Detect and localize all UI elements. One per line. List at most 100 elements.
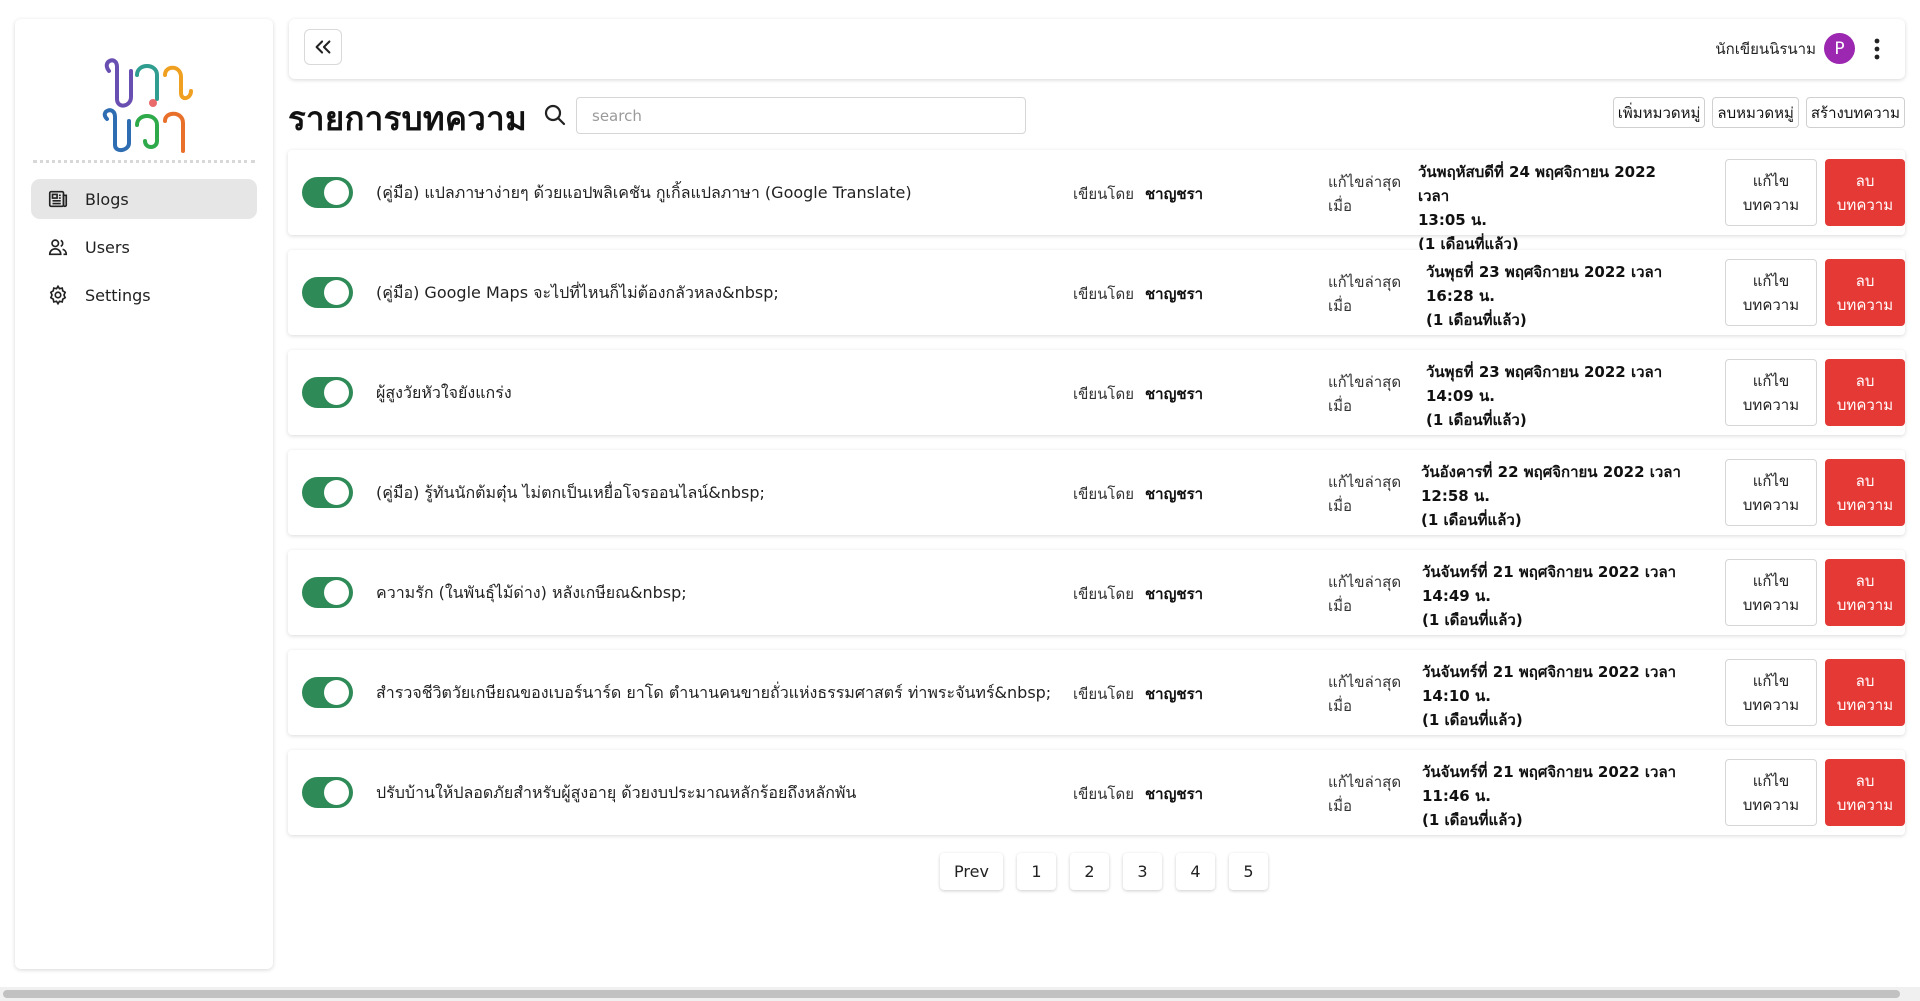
publish-toggle[interactable] [302, 477, 353, 508]
publish-toggle[interactable] [302, 277, 353, 308]
page-button-2[interactable]: 2 [1069, 853, 1109, 890]
edit-article-button[interactable]: แก้ไข บทความ [1725, 259, 1817, 326]
author-name: ชาญชรา [1145, 185, 1204, 203]
toggle-knob [324, 280, 349, 305]
publish-toggle[interactable] [302, 777, 353, 808]
author-name: ชาญชรา [1145, 385, 1204, 403]
sidebar-item-label: Settings [85, 285, 151, 305]
top-bar: นักเขียนนิรนาม P [289, 19, 1905, 79]
last-modified-date: วันจันทร์ที่ 21 พฤศจิกายน 2022 เวลา 14:49… [1422, 563, 1677, 629]
edit-article-button[interactable]: แก้ไข บทความ [1725, 659, 1817, 726]
prev-page-button[interactable]: Prev [940, 853, 1003, 890]
delete-article-button[interactable]: ลบ บทความ [1825, 759, 1905, 826]
more-options-button[interactable] [1867, 35, 1887, 63]
written-by-label: เขียนโดย [1073, 585, 1135, 603]
article-title[interactable]: ผู้สูงวัยหัวใจยังแกร่ง [376, 381, 1066, 406]
gear-icon [49, 284, 67, 306]
sidebar-item-label: Blogs [85, 189, 129, 209]
last-modified-date: วันพฤหัสบดีที่ 24 พฤศจิกายน 2022 เวลา 13:… [1418, 163, 1656, 253]
sidebar-item-label: Users [85, 237, 130, 257]
last-modified-date: วันพุธที่ 23 พฤศจิกายน 2022 เวลา 14:09 น.… [1426, 363, 1663, 429]
publish-toggle[interactable] [302, 177, 353, 208]
publish-toggle[interactable] [302, 577, 353, 608]
edit-article-button[interactable]: แก้ไข บทความ [1725, 159, 1817, 226]
toolbar: เพิ่มหมวดหมู่ ลบหมวดหมู่ สร้างบทความ [1612, 97, 1905, 128]
last-modified-label: แก้ไขล่าสุด เมื่อ [1328, 573, 1402, 615]
written-by-label: เขียนโดย [1073, 385, 1135, 403]
toggle-knob [324, 380, 349, 405]
written-by-label: เขียนโดย [1073, 685, 1135, 703]
page-button-5[interactable]: 5 [1228, 853, 1268, 890]
pagination: Prev 1 2 3 4 5 [940, 853, 1268, 890]
article-title[interactable]: ปรับบ้านให้ปลอดภัยสำหรับผู้สูงอายุ ด้วยง… [376, 781, 1066, 806]
toggle-knob [324, 580, 349, 605]
edit-article-button[interactable]: แก้ไข บทความ [1725, 559, 1817, 626]
users-icon [48, 239, 68, 256]
toggle-knob [324, 180, 349, 205]
newspaper-icon [48, 190, 68, 208]
publish-toggle[interactable] [302, 677, 353, 708]
sidebar: Blogs Users Settings [15, 19, 273, 969]
search-icon[interactable] [543, 103, 567, 127]
sidebar-item-blogs[interactable]: Blogs [31, 179, 257, 219]
delete-article-button[interactable]: ลบ บทความ [1825, 559, 1905, 626]
edit-article-button[interactable]: แก้ไข บทความ [1725, 459, 1817, 526]
search-input[interactable] [576, 97, 1026, 134]
last-modified-label: แก้ไขล่าสุด เมื่อ [1328, 773, 1402, 815]
last-modified-label: แก้ไขล่าสุด เมื่อ [1328, 173, 1402, 215]
written-by-label: เขียนโดย [1073, 285, 1135, 303]
last-modified-date: วันพุธที่ 23 พฤศจิกายน 2022 เวลา 16:28 น.… [1426, 263, 1663, 329]
avatar[interactable]: P [1824, 33, 1855, 64]
scrollbar-thumb[interactable] [3, 990, 1900, 998]
edit-article-button[interactable]: แก้ไข บทความ [1725, 759, 1817, 826]
article-title[interactable]: ความรัก (ในพันธุ์ไม้ด่าง) หลังเกษียณ&nbs… [376, 581, 1066, 606]
publish-toggle[interactable] [302, 377, 353, 408]
last-modified-label: แก้ไขล่าสุด เมื่อ [1328, 473, 1402, 515]
article-title[interactable]: สำรวจชีวิตวัยเกษียณของเบอร์นาร์ด ยาโด ตำ… [376, 681, 1066, 706]
page-button-1[interactable]: 1 [1016, 853, 1056, 890]
author-name: ชาญชรา [1145, 485, 1204, 503]
chevrons-left-icon [315, 40, 331, 54]
article-title[interactable]: (คู่มือ) แปลภาษาง่ายๆ ด้วยแอปพลิเคชัน กู… [376, 181, 1066, 206]
user-area: นักเขียนนิรนาม P [1715, 33, 1887, 64]
kebab-menu-icon [1874, 38, 1880, 59]
sidebar-item-users[interactable]: Users [31, 227, 257, 267]
logo-divider [33, 160, 255, 163]
delete-article-button[interactable]: ลบ บทความ [1825, 359, 1905, 426]
create-article-button[interactable]: สร้างบทความ [1805, 97, 1905, 128]
author-name: ชาญชรา [1145, 785, 1204, 803]
add-category-button[interactable]: เพิ่มหมวดหมู่ [1612, 97, 1706, 128]
delete-article-button[interactable]: ลบ บทความ [1825, 259, 1905, 326]
article-list: (คู่มือ) แปลภาษาง่ายๆ ด้วยแอปพลิเคชัน กู… [288, 150, 1905, 850]
written-by-label: เขียนโดย [1073, 485, 1135, 503]
page-title: รายการบทความ [288, 99, 528, 138]
table-row: สำรวจชีวิตวัยเกษียณของเบอร์นาร์ด ยาโด ตำ… [288, 650, 1905, 735]
collapse-sidebar-button[interactable] [304, 29, 342, 65]
delete-article-button[interactable]: ลบ บทความ [1825, 659, 1905, 726]
delete-category-button[interactable]: ลบหมวดหมู่ [1712, 97, 1799, 128]
article-title[interactable]: (คู่มือ) Google Maps จะไปที่ไหนก็ไม่ต้อง… [376, 281, 1066, 306]
delete-article-button[interactable]: ลบ บทความ [1825, 159, 1905, 226]
last-modified-date: วันจันทร์ที่ 21 พฤศจิกายน 2022 เวลา 11:46… [1422, 763, 1677, 829]
toggle-knob [324, 780, 349, 805]
sidebar-item-settings[interactable]: Settings [31, 275, 257, 315]
toggle-knob [324, 480, 349, 505]
table-row: (คู่มือ) Google Maps จะไปที่ไหนก็ไม่ต้อง… [288, 250, 1905, 335]
written-by-label: เขียนโดย [1073, 185, 1135, 203]
toggle-knob [324, 680, 349, 705]
page-button-4[interactable]: 4 [1175, 853, 1215, 890]
delete-article-button[interactable]: ลบ บทความ [1825, 459, 1905, 526]
article-title[interactable]: (คู่มือ) รู้ทันนักต้มตุ๋น ไม่ตกเป็นเหยื่… [376, 481, 1066, 506]
chanchara-logo [102, 58, 193, 153]
edit-article-button[interactable]: แก้ไข บทความ [1725, 359, 1817, 426]
written-by-label: เขียนโดย [1073, 785, 1135, 803]
last-modified-label: แก้ไขล่าสุด เมื่อ [1328, 673, 1402, 715]
last-modified-label: แก้ไขล่าสุด เมื่อ [1328, 373, 1402, 415]
author-name: ชาญชรา [1145, 285, 1204, 303]
table-row: ความรัก (ในพันธุ์ไม้ด่าง) หลังเกษียณ&nbs… [288, 550, 1905, 635]
author-name: ชาญชรา [1145, 685, 1204, 703]
table-row: ผู้สูงวัยหัวใจยังแกร่ง เขียนโดย ชาญชรา แ… [288, 350, 1905, 435]
page-button-3[interactable]: 3 [1122, 853, 1162, 890]
horizontal-scrollbar[interactable] [0, 987, 1920, 1001]
table-row: (คู่มือ) แปลภาษาง่ายๆ ด้วยแอปพลิเคชัน กู… [288, 150, 1905, 253]
